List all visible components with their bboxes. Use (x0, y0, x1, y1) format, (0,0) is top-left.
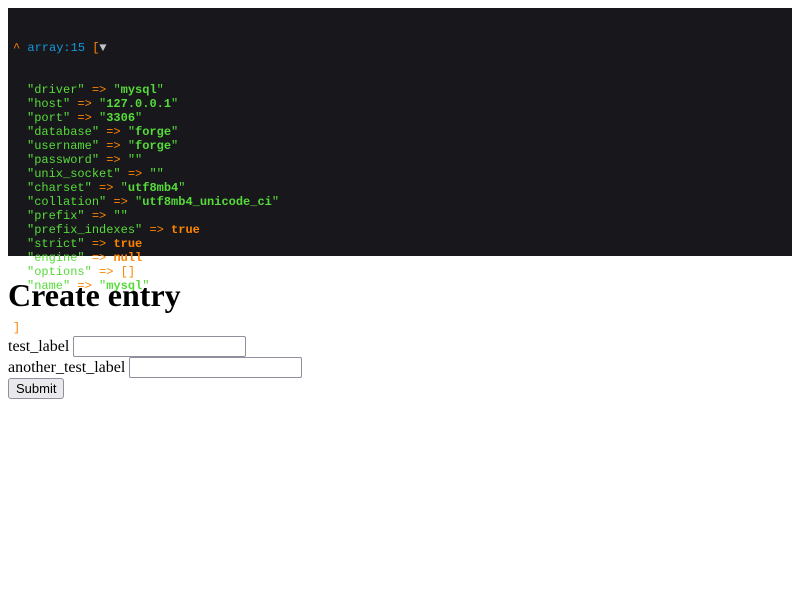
dump-rows: "driver" => "mysql" "host" => "127.0.0.1"… (13, 83, 792, 293)
dump-quote: " (171, 97, 179, 111)
dump-value: utf8mb4 (127, 181, 179, 195)
dump-value: forge (135, 139, 172, 153)
form-row-another-test-label: another_test_label (8, 357, 303, 378)
dump-close-bracket: ] (13, 321, 21, 335)
dump-quote: " (149, 167, 157, 181)
dump-value: utf8mb4_unicode_ci (142, 195, 272, 209)
submit-button[interactable]: Submit (8, 378, 65, 399)
dump-quote: " (178, 181, 186, 195)
dump-quote: " (84, 181, 92, 195)
dump-footer: ] (13, 321, 792, 335)
dump-quote: " (77, 83, 85, 97)
dump-key: driver (34, 83, 78, 97)
dump-value: true (113, 237, 143, 251)
dump-quote: " (113, 83, 121, 97)
dump-value: forge (135, 125, 172, 139)
dump-key: username (34, 139, 92, 153)
dump-quote: " (63, 97, 71, 111)
test-label-label: test_label (8, 337, 70, 355)
dump-key: engine (34, 251, 78, 265)
dump-quote: " (63, 111, 71, 125)
dump-row: "prefix" => "" (13, 209, 792, 223)
another-test-label-input[interactable] (129, 357, 303, 378)
dump-quote: " (127, 139, 136, 153)
dump-row: "charset" => "utf8mb4" (13, 181, 792, 195)
dump-toggle-icon[interactable]: ▼ (99, 41, 106, 55)
dump-quote: " (156, 83, 164, 97)
dump-quote: " (113, 167, 121, 181)
dump-arrow: => (91, 83, 107, 97)
dump-row: "host" => "127.0.0.1" (13, 97, 792, 111)
create-entry-form: test_label another_test_label Submit (8, 336, 303, 399)
dump-key: prefix_indexes (34, 223, 136, 237)
dump-quote: " (135, 111, 143, 125)
dump-arrow: => (91, 251, 107, 265)
dump-quote: " (77, 237, 85, 251)
dump-row: "database" => "forge" (13, 125, 792, 139)
dump-row: "driver" => "mysql" (13, 83, 792, 97)
dump-quote: " (113, 209, 121, 223)
dump-quote: " (171, 125, 179, 139)
dump-row: "engine" => null (13, 251, 792, 265)
dump-quote: " (135, 223, 143, 237)
dump-arrow: => (99, 181, 114, 195)
dump-value: 3306 (106, 111, 136, 125)
dump-quote: " (156, 167, 164, 181)
form-row-test-label: test_label (8, 336, 302, 357)
dump-type-label: array:15 (27, 41, 86, 55)
dump-quote: " (120, 181, 128, 195)
dump-key: port (34, 111, 64, 125)
test-label-input[interactable] (73, 336, 247, 357)
dump-quote: " (271, 195, 280, 209)
dump-key: prefix (34, 209, 78, 223)
dump-quote: " (99, 195, 107, 209)
dump-arrow: => (77, 111, 92, 125)
dump-arrow: => (77, 97, 92, 111)
dump-quote: " (171, 139, 179, 153)
dump-row: "unix_socket" => "" (13, 167, 792, 181)
dump-quote: " (120, 209, 128, 223)
dump-row: "password" => "" (13, 153, 792, 167)
dump-quote: " (91, 153, 100, 167)
dump-value: true (171, 223, 200, 237)
dump-row: "username" => "forge" (13, 139, 792, 153)
dump-row: "port" => "3306" (13, 111, 792, 125)
another-test-label-label: another_test_label (8, 358, 126, 376)
dump-caret[interactable]: ^ (13, 41, 20, 55)
dump-key: unix_socket (34, 167, 114, 181)
dump-quote: " (77, 251, 85, 265)
dump-arrow: => (91, 237, 107, 251)
dump-value: mysql (120, 83, 157, 97)
dump-arrow: => (106, 125, 121, 139)
dump-key: database (34, 125, 92, 139)
dump-value: null (113, 251, 143, 265)
dump-row: "prefix_indexes" => true (13, 223, 792, 237)
dump-quote: " (127, 125, 136, 139)
dump-quote: " (91, 139, 100, 153)
dump-quote: " (91, 125, 100, 139)
dump-arrow: => (127, 167, 143, 181)
dump-value: 127.0.0.1 (106, 97, 172, 111)
dump-arrow: => (106, 139, 121, 153)
dump-quote: " (77, 209, 85, 223)
var-dump-panel: ^ array:15 [▼ "driver" => "mysql" "host" … (8, 8, 792, 335)
page-title: Create entry (8, 277, 181, 313)
dump-header: ^ array:15 [▼ (13, 41, 792, 55)
dump-key: password (34, 153, 92, 167)
dump-row: "collation" => "utf8mb4_unicode_ci" (13, 195, 792, 209)
dump-row: "strict" => true (13, 237, 792, 251)
dump-arrow: => (106, 153, 121, 167)
dump-key: charset (34, 181, 85, 195)
dump-key: host (34, 97, 64, 111)
dump-quote: " (135, 153, 143, 167)
dump-key: collation (34, 195, 100, 209)
dump-quote: " (127, 153, 136, 167)
dump-arrow: => (149, 223, 164, 237)
dump-arrow: => (91, 209, 107, 223)
dump-key: strict (34, 237, 78, 251)
dump-arrow: => (113, 195, 128, 209)
